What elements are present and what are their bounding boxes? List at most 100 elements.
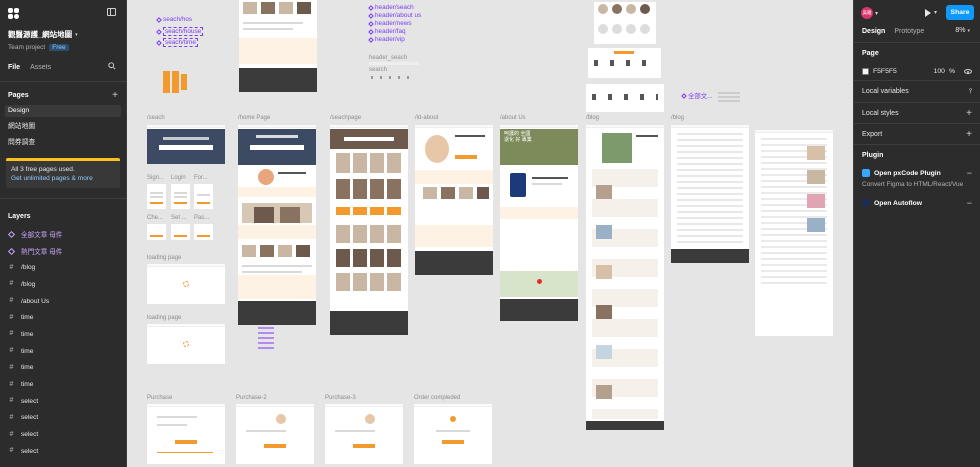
frame-service-icons[interactable] bbox=[588, 48, 661, 78]
remove-plugin-icon[interactable]: − bbox=[967, 168, 972, 178]
layer-item[interactable]: # time bbox=[0, 360, 126, 377]
layer-item[interactable]: 全部文章 母件 bbox=[0, 226, 126, 243]
frame-login[interactable] bbox=[171, 184, 190, 209]
frame-label[interactable]: /blog bbox=[671, 115, 684, 121]
layer-item[interactable]: # /about Us bbox=[0, 293, 126, 310]
frame-check[interactable] bbox=[147, 224, 166, 240]
frame-seach[interactable] bbox=[147, 125, 225, 164]
color-swatch[interactable] bbox=[862, 68, 869, 75]
eye-icon[interactable] bbox=[964, 69, 972, 74]
frame-service-icons-2[interactable] bbox=[586, 84, 664, 112]
frame-label[interactable]: /home Page bbox=[238, 115, 270, 121]
frame-label[interactable]: Purchase-2 bbox=[236, 395, 267, 401]
layer-item[interactable]: # /blog bbox=[0, 276, 126, 293]
frame-label[interactable]: Che... bbox=[147, 215, 163, 221]
layer-item[interactable]: # /blog bbox=[0, 259, 126, 276]
tab-prototype[interactable]: Prototype bbox=[894, 28, 924, 35]
frame-loading-1[interactable] bbox=[147, 264, 225, 304]
component-label[interactable]: seach/house bbox=[156, 27, 204, 36]
layer-item[interactable]: # time bbox=[0, 343, 126, 360]
sliders-icon[interactable]: ⫯ bbox=[969, 88, 972, 96]
time-components[interactable] bbox=[163, 71, 187, 93]
zoom-level[interactable]: 8% ▾ bbox=[955, 27, 970, 34]
frame-forgot[interactable] bbox=[194, 184, 213, 209]
frame-home-page[interactable] bbox=[238, 125, 316, 325]
page-opacity-input[interactable]: 100 bbox=[934, 68, 945, 75]
frame-blog-1[interactable] bbox=[586, 125, 664, 430]
tab-file[interactable]: File bbox=[8, 64, 20, 71]
layer-item[interactable]: # select bbox=[0, 443, 126, 460]
share-button[interactable]: Share bbox=[946, 5, 974, 20]
frame-icons-grid[interactable] bbox=[594, 2, 656, 44]
frame-label[interactable]: Set ... bbox=[171, 215, 187, 221]
header-component-label[interactable]: header/vip bbox=[368, 36, 405, 43]
local-styles-row[interactable]: Local styles + bbox=[854, 103, 980, 124]
frame-label[interactable]: Pas... bbox=[194, 215, 209, 221]
frame-label[interactable]: search bbox=[369, 67, 387, 73]
frame-seachpage[interactable] bbox=[330, 125, 408, 335]
remove-plugin-icon[interactable]: − bbox=[967, 198, 972, 208]
frame-label[interactable]: /seachpage bbox=[330, 115, 361, 121]
tab-assets[interactable]: Assets bbox=[30, 64, 51, 71]
frame-label[interactable]: Purchase bbox=[147, 395, 172, 401]
frame-label[interactable]: /about Us bbox=[500, 115, 526, 121]
frame-label[interactable]: Order compleded bbox=[414, 395, 460, 401]
frame-label[interactable]: Sign... bbox=[147, 175, 164, 181]
header-seach-frame[interactable] bbox=[369, 62, 419, 65]
component-label[interactable]: seach/hos bbox=[156, 16, 192, 23]
frame-blog-2[interactable] bbox=[671, 125, 749, 263]
file-title[interactable]: 觀醫源護_網站地圖 ▾ bbox=[8, 29, 118, 40]
frame-label[interactable]: Purchase-3 bbox=[325, 395, 356, 401]
add-style-icon[interactable]: + bbox=[966, 108, 972, 119]
layer-item[interactable]: # select bbox=[0, 410, 126, 427]
layer-item[interactable]: # select bbox=[0, 393, 126, 410]
layer-item[interactable]: 熱門文章 母件 bbox=[0, 243, 126, 260]
frame-label[interactable]: /blog bbox=[586, 115, 599, 121]
frame-label[interactable]: For... bbox=[194, 175, 208, 181]
plugin-item-pxcode[interactable]: Open pxCode Plugin − Convert Figma to HT… bbox=[854, 166, 980, 188]
component-label-all-articles[interactable]: 全部文... bbox=[681, 91, 713, 100]
layer-item[interactable]: # time bbox=[0, 376, 126, 393]
header-component-label[interactable]: header/news bbox=[368, 20, 412, 27]
frame-pass[interactable] bbox=[194, 224, 213, 240]
upgrade-link[interactable]: Get unlimited pages & more bbox=[11, 175, 115, 182]
add-export-icon[interactable]: + bbox=[966, 129, 972, 140]
frame-purchase-2[interactable] bbox=[236, 404, 314, 464]
frame-loading-2[interactable] bbox=[147, 324, 225, 364]
page-item-sitemap[interactable]: 網站地圖 bbox=[5, 121, 121, 133]
frame-label[interactable]: header_seach bbox=[369, 55, 407, 61]
frame-signin[interactable] bbox=[147, 184, 166, 209]
frame-label[interactable]: loading page bbox=[147, 255, 181, 261]
frame-about-us[interactable]: 呵護的 全國 退化 好 專業 bbox=[500, 125, 578, 321]
local-variables-row[interactable]: Local variables ⫯ bbox=[854, 81, 980, 103]
present-play-icon[interactable] bbox=[925, 9, 931, 17]
frame-purchase[interactable] bbox=[147, 404, 225, 464]
frame-top-partial[interactable] bbox=[239, 0, 317, 92]
header-component-label[interactable]: header/faq bbox=[368, 28, 406, 35]
frame-label[interactable]: /id-about bbox=[415, 115, 438, 121]
tab-design[interactable]: Design bbox=[862, 28, 885, 35]
layer-item[interactable]: # time bbox=[0, 309, 126, 326]
plugin-item-autoflow[interactable]: Open Autoflow − bbox=[854, 196, 980, 210]
design-canvas[interactable]: seach/hos seach/house seach/time header/… bbox=[127, 0, 853, 467]
page-item-survey[interactable]: 問券調查 bbox=[5, 137, 121, 149]
search-icon[interactable] bbox=[108, 62, 116, 70]
header-component-label[interactable]: header/seach bbox=[368, 4, 414, 11]
chevron-down-icon[interactable]: ▾ bbox=[934, 9, 937, 16]
chevron-down-icon[interactable]: ▾ bbox=[875, 10, 878, 17]
header-component-label[interactable]: header/about us bbox=[368, 12, 421, 19]
frame-order-completed[interactable] bbox=[414, 404, 492, 464]
page-item-design[interactable]: Design bbox=[5, 105, 121, 117]
frame-set[interactable] bbox=[171, 224, 190, 240]
frame-id-about[interactable] bbox=[415, 125, 493, 275]
layer-item[interactable]: # select bbox=[0, 426, 126, 443]
component-label[interactable]: seach/time bbox=[156, 38, 198, 47]
frame-purchase-3[interactable] bbox=[325, 404, 403, 464]
layer-item[interactable]: # time bbox=[0, 326, 126, 343]
frame-articles[interactable] bbox=[755, 130, 833, 336]
frame-label[interactable]: loading page bbox=[147, 315, 181, 321]
frame-label[interactable]: Login bbox=[171, 175, 186, 181]
page-color-input[interactable]: F5F5F5 bbox=[873, 68, 897, 75]
avatar[interactable]: 吳雅 bbox=[861, 7, 873, 19]
frame-label[interactable]: /seach bbox=[147, 115, 165, 121]
